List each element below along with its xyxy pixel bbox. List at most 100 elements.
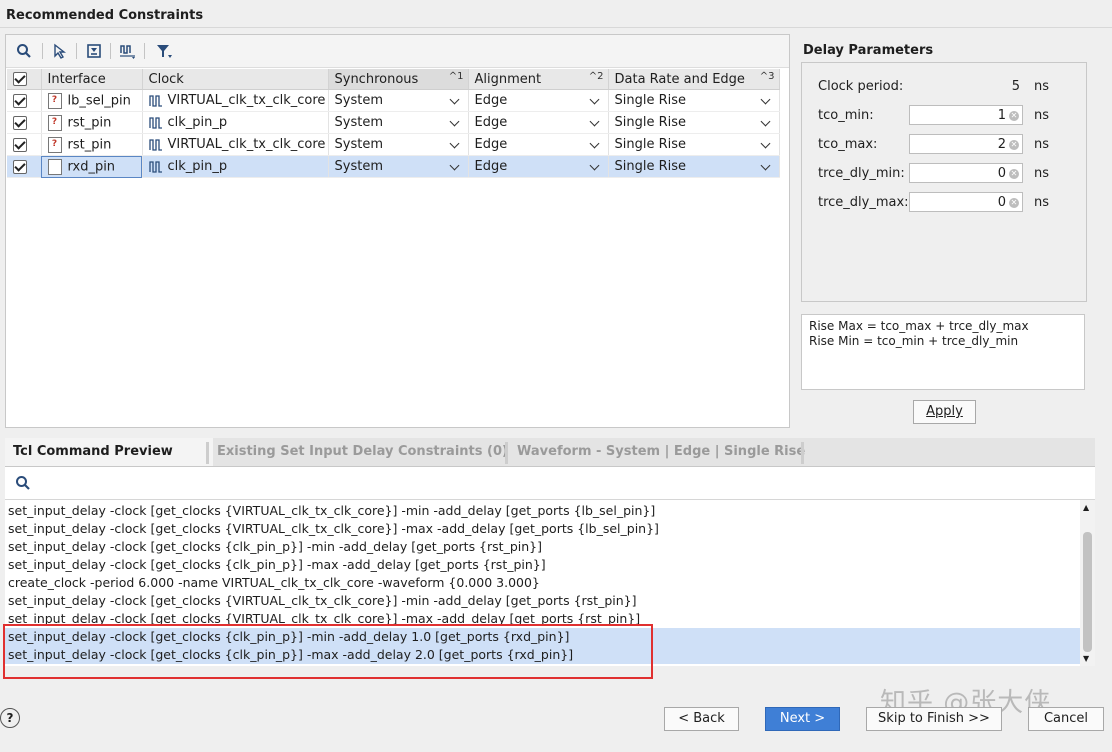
help-icon[interactable]: ? xyxy=(0,708,20,728)
chevron-down-icon xyxy=(760,116,770,126)
column-header-synchronous[interactable]: Synchronous^1 xyxy=(328,69,468,90)
scroll-down-icon[interactable]: ▼ xyxy=(1083,654,1089,663)
trce-dly-min-input[interactable]: 0✕ xyxy=(909,163,1023,183)
interface-cell[interactable]: ?rst_pin xyxy=(41,112,142,134)
apply-button[interactable]: Apply xyxy=(913,400,976,424)
filter-icon[interactable] xyxy=(152,40,176,62)
clock-wave-icon xyxy=(149,161,163,173)
bottom-tab-bar: Tcl Command Preview (10) Existing Set In… xyxy=(5,438,1095,467)
tcl-line: set_input_delay -clock [get_clocks {VIRT… xyxy=(8,593,636,608)
alignment-dropdown[interactable]: Edge xyxy=(468,90,608,112)
formula-box: Rise Max = tco_max + trce_dly_max Rise M… xyxy=(801,314,1085,390)
tab-waveform[interactable]: Waveform - System | Edge | Single Rise xyxy=(509,438,813,466)
row-checkbox[interactable] xyxy=(7,134,41,156)
back-button[interactable]: < Back xyxy=(664,707,739,731)
interface-cell[interactable]: ?rst_pin xyxy=(41,134,142,156)
chevron-down-icon xyxy=(589,160,599,170)
divider xyxy=(0,27,1112,28)
tco-min-input[interactable]: 1✕ xyxy=(909,105,1023,125)
search-icon[interactable] xyxy=(12,40,36,62)
column-header-clock[interactable]: Clock xyxy=(142,69,328,90)
collapse-icon[interactable] xyxy=(82,40,106,62)
table-row[interactable]: ?lb_sel_pin VIRTUAL_clk_tx_clk_core Syst… xyxy=(7,90,779,112)
tco-min-label: tco_min: xyxy=(818,108,874,123)
highlight-annotation-box xyxy=(3,624,653,679)
cancel-button[interactable]: Cancel xyxy=(1028,707,1104,731)
clear-icon[interactable]: ✕ xyxy=(1009,111,1019,121)
clear-icon[interactable]: ✕ xyxy=(1009,140,1019,150)
tab-existing-constraints[interactable]: Existing Set Input Delay Constraints (0) xyxy=(209,438,516,466)
table-row[interactable]: ?rst_pin VIRTUAL_clk_tx_clk_core System … xyxy=(7,134,779,156)
tab-tcl-preview[interactable]: Tcl Command Preview (10) xyxy=(5,438,213,466)
tcl-line: set_input_delay -clock [get_clocks {clk_… xyxy=(8,557,546,572)
sort-indicator: ^3 xyxy=(760,71,775,82)
clock-wave-icon xyxy=(149,117,163,129)
synchronous-dropdown[interactable]: System xyxy=(328,90,468,112)
chevron-down-icon xyxy=(760,160,770,170)
constraints-table: Interface Clock Synchronous^1 Alignment^… xyxy=(7,69,780,178)
formula-rise-min: Rise Min = tco_min + trce_dly_min xyxy=(809,334,1077,349)
clock-cell[interactable]: clk_pin_p xyxy=(142,112,328,134)
clock-cell[interactable]: clk_pin_p xyxy=(142,156,328,178)
synchronous-dropdown[interactable]: System xyxy=(328,134,468,156)
clock-wave-icon xyxy=(149,139,163,151)
formula-rise-max: Rise Max = tco_max + trce_dly_max xyxy=(809,319,1077,334)
next-button[interactable]: Next > xyxy=(765,707,840,731)
trce-dly-max-label: trce_dly_max: xyxy=(818,195,909,210)
row-checkbox[interactable] xyxy=(7,90,41,112)
column-header-data-rate[interactable]: Data Rate and Edge^3 xyxy=(608,69,779,90)
chevron-down-icon xyxy=(589,116,599,126)
clear-icon[interactable]: ✕ xyxy=(1009,169,1019,179)
clock-cell[interactable]: VIRTUAL_clk_tx_clk_core xyxy=(142,134,328,156)
data-rate-dropdown[interactable]: Single Rise xyxy=(608,112,779,134)
pin-port-icon xyxy=(48,159,62,175)
table-row-selected[interactable]: rxd_pin clk_pin_p System Edge Single Ris… xyxy=(7,156,779,178)
column-header-alignment[interactable]: Alignment^2 xyxy=(468,69,608,90)
pin-warning-icon: ? xyxy=(48,137,62,153)
unit-label: ns xyxy=(1034,108,1049,123)
chevron-down-icon xyxy=(589,138,599,148)
delay-parameters-title: Delay Parameters xyxy=(803,43,933,58)
chevron-down-icon xyxy=(589,94,599,104)
section-title: Recommended Constraints xyxy=(6,8,203,23)
data-rate-dropdown[interactable]: Single Rise xyxy=(608,156,779,178)
column-header-interface[interactable]: Interface xyxy=(41,69,142,90)
unit-label: ns xyxy=(1034,79,1049,94)
data-rate-dropdown[interactable]: Single Rise xyxy=(608,90,779,112)
clear-icon[interactable]: ✕ xyxy=(1009,198,1019,208)
clock-cell[interactable]: VIRTUAL_clk_tx_clk_core xyxy=(142,90,328,112)
skip-to-finish-button[interactable]: Skip to Finish >> xyxy=(866,707,1002,731)
search-icon[interactable] xyxy=(15,475,31,495)
chevron-down-icon xyxy=(449,138,459,148)
chevron-down-icon xyxy=(760,138,770,148)
pin-warning-icon: ? xyxy=(48,115,62,131)
clock-period-value: 5 xyxy=(1002,79,1020,94)
row-checkbox[interactable] xyxy=(7,156,41,178)
interface-cell[interactable]: rxd_pin xyxy=(41,156,142,178)
vertical-scrollbar[interactable]: ▲ ▼ xyxy=(1080,500,1095,666)
trce-dly-max-input[interactable]: 0✕ xyxy=(909,192,1023,212)
chevron-down-icon xyxy=(449,160,459,170)
alignment-dropdown[interactable]: Edge xyxy=(468,156,608,178)
chevron-down-icon xyxy=(449,94,459,104)
alignment-dropdown[interactable]: Edge xyxy=(468,134,608,156)
select-all-checkbox[interactable] xyxy=(7,69,41,90)
data-rate-dropdown[interactable]: Single Rise xyxy=(608,134,779,156)
clock-edit-icon[interactable] xyxy=(116,40,140,62)
clock-period-label: Clock period: xyxy=(818,79,903,94)
tcl-line: set_input_delay -clock [get_clocks {VIRT… xyxy=(8,503,655,518)
trce-dly-min-label: trce_dly_min: xyxy=(818,166,905,181)
synchronous-dropdown[interactable]: System xyxy=(328,156,468,178)
tco-max-input[interactable]: 2✕ xyxy=(909,134,1023,154)
pin-warning-icon: ? xyxy=(48,93,62,109)
alignment-dropdown[interactable]: Edge xyxy=(468,112,608,134)
constraints-toolbar xyxy=(6,35,789,68)
table-row[interactable]: ?rst_pin clk_pin_p System Edge Single Ri… xyxy=(7,112,779,134)
select-pointer-icon[interactable] xyxy=(48,40,72,62)
chevron-down-icon xyxy=(449,116,459,126)
interface-cell[interactable]: ?lb_sel_pin xyxy=(41,90,142,112)
synchronous-dropdown[interactable]: System xyxy=(328,112,468,134)
scroll-up-icon[interactable]: ▲ xyxy=(1083,503,1089,512)
row-checkbox[interactable] xyxy=(7,112,41,134)
scroll-thumb[interactable] xyxy=(1083,532,1092,652)
